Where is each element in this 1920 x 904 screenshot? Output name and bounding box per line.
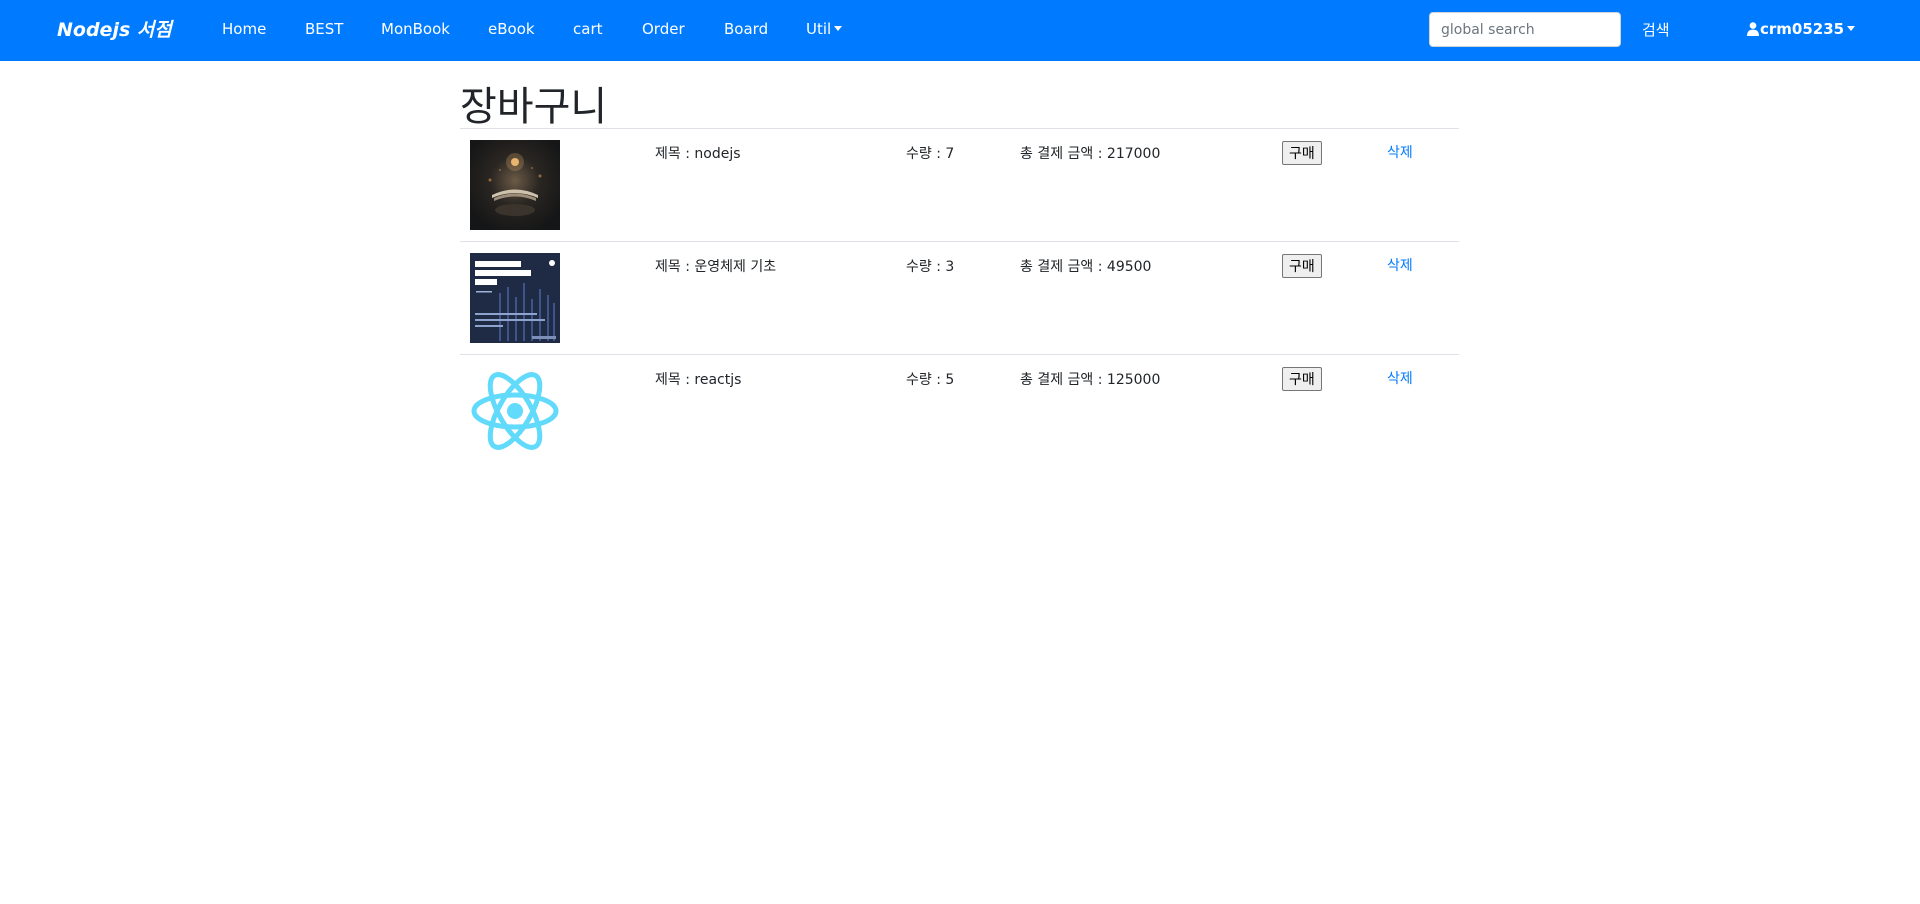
delete-link[interactable]: 삭제 (1387, 142, 1413, 162)
item-title: 제목 : nodejs (655, 146, 741, 162)
item-quantity: 수량 : 7 (906, 146, 955, 162)
nav-order[interactable]: Order (642, 20, 685, 38)
react-logo-icon (471, 372, 559, 450)
delete-link[interactable]: 삭제 (1387, 368, 1413, 388)
page-title: 장바구니 (460, 84, 608, 130)
delete-link[interactable]: 삭제 (1387, 255, 1413, 275)
buy-button[interactable]: 구매 (1282, 141, 1322, 165)
item-total-price: 총 결제 금액 : 49500 (1020, 259, 1152, 275)
brand-logo[interactable]: Nodejs 서점 (57, 15, 172, 42)
nav-board[interactable]: Board (724, 20, 768, 38)
nav-home[interactable]: Home (222, 20, 266, 38)
top-navbar: Nodejs 서점 Home BEST MonBook eBook cart O… (0, 0, 1920, 61)
cart-row: 제목 : reactjs 수량 : 5 총 결제 금액 : 125000 구매 … (460, 354, 1459, 465)
nav-util-dropdown[interactable]: Util (806, 20, 843, 38)
user-icon (1747, 22, 1759, 36)
user-dropdown[interactable]: crm05235 (1747, 20, 1856, 38)
item-total-price: 총 결제 금액 : 217000 (1020, 146, 1161, 162)
item-total-price: 총 결제 금액 : 125000 (1020, 372, 1161, 388)
book-thumbnail[interactable] (470, 366, 560, 456)
item-quantity: 수량 : 3 (906, 259, 955, 275)
username-label: crm05235 (1760, 20, 1845, 38)
nav-util-label: Util (806, 20, 832, 38)
buy-button[interactable]: 구매 (1282, 367, 1322, 391)
cart-row: 제목 : 운영체제 기초 수량 : 3 총 결제 금액 : 49500 구매 삭… (460, 241, 1459, 354)
nav-cart[interactable]: cart (573, 20, 603, 38)
nav-ebook[interactable]: eBook (488, 20, 535, 38)
item-quantity: 수량 : 5 (906, 372, 955, 388)
nav-best[interactable]: BEST (305, 20, 343, 38)
cart-row: 제목 : nodejs 수량 : 7 총 결제 금액 : 217000 구매 삭… (460, 128, 1459, 241)
item-title: 제목 : reactjs (655, 372, 742, 388)
buy-button[interactable]: 구매 (1282, 254, 1322, 278)
search-button[interactable]: 검색 (1642, 19, 1670, 40)
cart-table: 제목 : nodejs 수량 : 7 총 결제 금액 : 217000 구매 삭… (460, 128, 1459, 465)
chevron-down-icon (834, 26, 843, 31)
os-book-cover-icon (470, 253, 560, 343)
dark-book-cover-icon (470, 140, 560, 230)
book-thumbnail[interactable] (470, 253, 560, 343)
item-title: 제목 : 운영체제 기초 (655, 259, 777, 275)
nav-monbook[interactable]: MonBook (381, 20, 450, 38)
global-search-input[interactable] (1429, 12, 1621, 47)
chevron-down-icon (1847, 26, 1856, 31)
book-thumbnail[interactable] (470, 140, 560, 230)
